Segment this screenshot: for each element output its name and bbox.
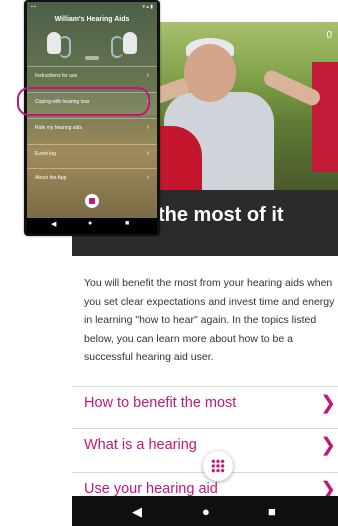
grid-icon bbox=[211, 459, 225, 473]
back-icon[interactable]: ◀ bbox=[51, 220, 56, 228]
recents-icon[interactable]: ■ bbox=[268, 504, 276, 519]
hearing-aid-tube-left bbox=[59, 36, 71, 58]
menu-fab-button[interactable] bbox=[85, 194, 99, 208]
page-title: the most of it bbox=[158, 204, 284, 226]
home-screen-phone: ▪ ▪ ▾ ▴ ▮ William's Hearing Aids Instruc… bbox=[24, 0, 160, 236]
grid-icon bbox=[89, 198, 95, 204]
intro-paragraph: You will benefit the most from your hear… bbox=[84, 277, 335, 363]
menu-item-label: Instructions for use bbox=[35, 73, 78, 79]
status-bar: ▪ ▪ ▾ ▴ ▮ bbox=[31, 4, 153, 10]
topic-label: How to benefit the most bbox=[84, 395, 237, 411]
recents-icon[interactable]: ■ bbox=[125, 220, 129, 227]
menu-fab-button[interactable] bbox=[203, 451, 233, 481]
hearing-aid-right-icon bbox=[123, 32, 137, 54]
back-icon[interactable]: ◀ bbox=[132, 504, 142, 520]
status-icons-left: ▪ ▪ bbox=[31, 4, 36, 10]
chevron-right-icon: ❯ bbox=[320, 435, 336, 456]
app-title: William's Hearing Aids bbox=[54, 16, 130, 23]
status-badge bbox=[85, 56, 99, 60]
home-icon[interactable]: ● bbox=[202, 504, 210, 519]
android-nav-bar: ◀ ● ■ bbox=[72, 496, 338, 526]
status-time: 0 bbox=[326, 30, 332, 41]
hearing-aid-tube-right bbox=[111, 36, 123, 58]
chevron-right-icon: › bbox=[146, 72, 149, 79]
highlight-ring bbox=[17, 87, 150, 116]
topic-label: What is a hearing bbox=[84, 437, 197, 453]
menu-item-label: Event log bbox=[35, 151, 56, 157]
hero-red-panel bbox=[312, 62, 338, 172]
menu-item-instructions[interactable]: Instructions for use › bbox=[27, 66, 157, 89]
menu-item-label: About the App bbox=[35, 175, 67, 181]
status-icons-right: ▾ ▴ ▮ bbox=[142, 4, 153, 10]
chevron-right-icon: › bbox=[146, 174, 149, 181]
chevron-right-icon: › bbox=[146, 124, 149, 131]
topic-label: Use your hearing aid bbox=[84, 481, 218, 497]
topic-how-to-benefit[interactable]: How to benefit the most ❯ bbox=[72, 386, 338, 425]
hero-man-head bbox=[184, 44, 236, 102]
menu-item-about[interactable]: About the App › bbox=[27, 168, 157, 191]
menu-item-event-log[interactable]: Event log › bbox=[27, 144, 157, 167]
home-icon[interactable]: ● bbox=[88, 220, 92, 227]
chevron-right-icon: › bbox=[146, 150, 149, 157]
menu-item-label: Ride my hearing aids bbox=[35, 125, 82, 131]
chevron-right-icon: ❯ bbox=[320, 393, 336, 414]
android-nav-bar: ◀ ● ■ bbox=[27, 218, 157, 234]
menu-item-ride[interactable]: Ride my hearing aids › bbox=[27, 118, 157, 141]
